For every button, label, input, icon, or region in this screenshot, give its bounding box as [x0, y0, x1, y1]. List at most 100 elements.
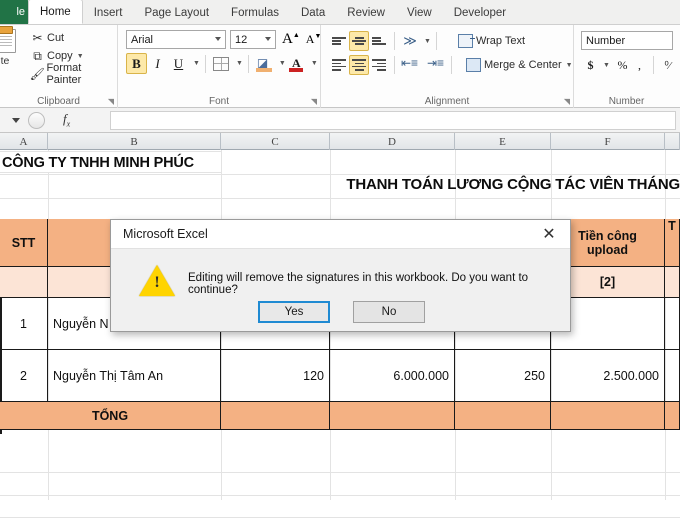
row2-g[interactable] — [665, 350, 680, 402]
align-right-button[interactable] — [369, 55, 389, 75]
table-row[interactable]: 2 Nguyễn Thị Tâm An 120 6.000.000 250 2.… — [0, 350, 680, 402]
formula-input[interactable] — [110, 111, 676, 130]
chevron-down-icon[interactable]: ▼ — [424, 38, 431, 45]
chevron-down-icon[interactable]: ▼ — [236, 60, 243, 67]
clipboard-dialog-launcher-icon[interactable]: ◥ — [108, 97, 114, 106]
tab-review[interactable]: Review — [336, 2, 396, 24]
divider — [451, 56, 452, 74]
orientation-button[interactable]: ≫ — [400, 31, 420, 51]
yes-button[interactable]: Yes — [258, 301, 330, 323]
align-middle-button[interactable] — [349, 31, 369, 51]
subheader-stt — [0, 267, 48, 298]
italic-button[interactable]: I — [147, 53, 168, 74]
increase-decimal-button[interactable]: ⁰⁄ — [659, 55, 676, 75]
row1-stt[interactable]: 1 — [0, 298, 48, 350]
wrap-text-button[interactable]: Wrap Text — [457, 31, 526, 51]
align-left-button[interactable] — [329, 55, 349, 75]
percent-button[interactable]: % — [614, 55, 631, 75]
ribbon-group-font: Arial 12 A▲ A▼ B I U ▼ ▼ ◪ ▼ A ▼ Font ◥ — [118, 25, 321, 108]
tab-home[interactable]: Home — [28, 0, 83, 24]
divider — [394, 32, 395, 50]
merge-center-button[interactable]: Merge & Center ▼ — [466, 55, 573, 75]
total-c[interactable] — [221, 402, 330, 430]
row2-stt[interactable]: 2 — [0, 350, 48, 402]
grow-font-button[interactable]: A▲ — [282, 31, 300, 48]
dialog-body: ! Editing will remove the signatures in … — [111, 249, 570, 332]
insert-function-icon[interactable]: fx — [63, 111, 70, 129]
table-total-row[interactable]: TỔNG — [0, 402, 680, 430]
tab-file[interactable]: le — [0, 0, 28, 24]
alignment-group-label: Alignment — [424, 96, 470, 107]
cancel-formula-button[interactable] — [28, 111, 45, 129]
number-format-select[interactable]: Number — [581, 31, 673, 50]
column-header-f[interactable]: F — [551, 133, 665, 150]
tab-page-layout[interactable]: Page Layout — [133, 2, 220, 24]
chevron-down-icon — [12, 117, 20, 123]
paintbrush-icon: 🖌 — [29, 67, 45, 81]
column-header-e[interactable]: E — [455, 133, 551, 150]
cut-button[interactable]: ✂ Cut — [28, 29, 117, 47]
comma-style-button[interactable]: , — [631, 55, 648, 75]
row2-f[interactable]: 2.500.000 — [551, 350, 665, 402]
tab-data[interactable]: Data — [290, 2, 336, 24]
column-header-b[interactable]: B — [48, 133, 221, 150]
decrease-indent-button[interactable]: ⇤≡ — [400, 55, 420, 75]
no-button[interactable]: No — [353, 301, 425, 323]
increase-decimal-icon: ⁰⁄ — [664, 59, 671, 72]
chevron-down-icon[interactable]: ▼ — [193, 60, 200, 67]
chevron-down-icon[interactable]: ▼ — [311, 60, 318, 67]
close-icon[interactable]: ✕ — [528, 220, 570, 249]
tab-insert[interactable]: Insert — [83, 2, 134, 24]
header-f-line2: upload — [587, 242, 628, 257]
paste-button[interactable]: te — [0, 26, 22, 67]
alignment-dialog-launcher-icon[interactable]: ◥ — [564, 97, 570, 106]
bold-button[interactable]: B — [126, 53, 147, 74]
shrink-font-button[interactable]: A▼ — [306, 32, 322, 47]
fill-color-button[interactable]: ◪ — [254, 53, 275, 74]
report-title-cell[interactable]: THANH TOÁN LƯƠNG CỘNG TÁC VIÊN THÁNG — [346, 176, 680, 193]
row2-name[interactable]: Nguyễn Thị Tâm An — [48, 350, 221, 402]
dialog-button-row: Yes No — [111, 301, 572, 323]
row2-d[interactable]: 6.000.000 — [330, 350, 455, 402]
column-header-a[interactable]: A — [0, 133, 48, 150]
dialog-message: Editing will remove the signatures in th… — [188, 272, 529, 296]
chevron-down-icon[interactable]: ▼ — [603, 62, 610, 69]
tab-developer[interactable]: Developer — [443, 2, 517, 24]
format-painter-button[interactable]: 🖌 Format Painter — [28, 62, 117, 86]
increase-indent-button[interactable]: ⇥≡ — [426, 55, 446, 75]
warning-triangle-icon: ! — [139, 265, 175, 297]
align-center-button[interactable] — [349, 55, 369, 75]
font-dialog-launcher-icon[interactable]: ◥ — [311, 97, 317, 106]
column-header-c[interactable]: C — [221, 133, 330, 150]
chevron-down-icon — [265, 37, 271, 41]
fill-color-icon: ◪ — [255, 55, 273, 72]
align-bottom-button[interactable] — [369, 31, 389, 51]
tab-formulas[interactable]: Formulas — [220, 2, 290, 24]
wrap-text-label: Wrap Text — [475, 35, 526, 47]
total-g[interactable] — [665, 402, 680, 430]
borders-icon — [213, 56, 230, 71]
chevron-down-icon: ▼ — [76, 52, 84, 60]
dialog-title: Microsoft Excel — [123, 227, 208, 241]
underline-button[interactable]: U — [168, 53, 189, 74]
company-name-cell[interactable]: CÔNG TY TNHH MINH PHÚC — [2, 155, 194, 171]
total-d[interactable] — [330, 402, 455, 430]
row2-e[interactable]: 250 — [455, 350, 551, 402]
font-name-input[interactable]: Arial — [126, 30, 226, 49]
name-box[interactable] — [0, 111, 22, 130]
column-header-g[interactable] — [665, 133, 680, 150]
font-color-button[interactable]: A — [286, 53, 307, 74]
align-top-button[interactable] — [329, 31, 349, 51]
row2-c[interactable]: 120 — [221, 350, 330, 402]
total-e[interactable] — [455, 402, 551, 430]
total-f[interactable] — [551, 402, 665, 430]
chevron-down-icon[interactable]: ▼ — [279, 60, 286, 67]
cut-label: Cut — [47, 32, 65, 44]
column-header-d[interactable]: D — [330, 133, 455, 150]
currency-button[interactable]: $ — [582, 55, 599, 75]
borders-button[interactable] — [211, 53, 232, 74]
copy-icon: ⧉ — [33, 48, 42, 63]
row1-g[interactable] — [665, 298, 680, 350]
tab-view[interactable]: View — [396, 2, 443, 24]
font-size-input[interactable]: 12 — [230, 30, 276, 49]
